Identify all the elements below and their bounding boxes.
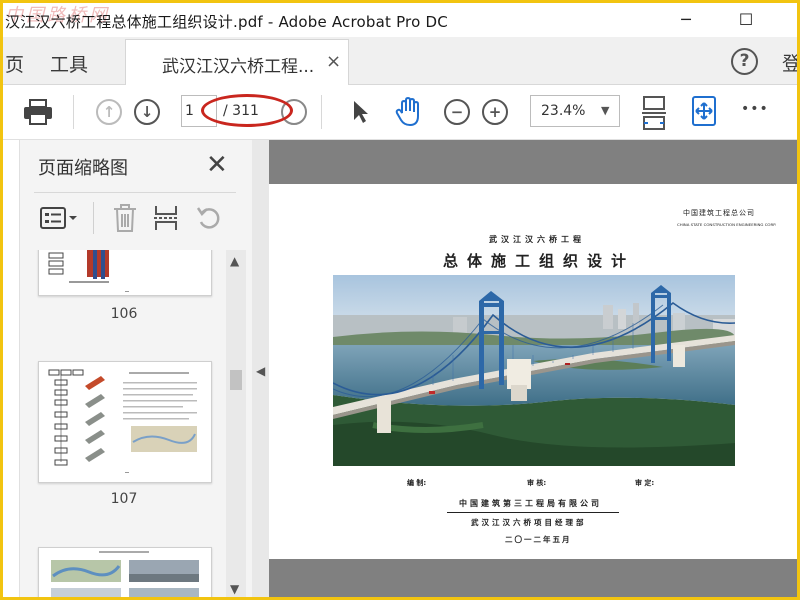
trash-icon[interactable] <box>112 203 138 237</box>
org-underline <box>447 512 619 513</box>
panel-divider <box>34 192 236 193</box>
panel-collapse-handle[interactable]: ◀ <box>252 140 269 597</box>
zoom-in-icon[interactable]: + <box>482 99 508 125</box>
panel-title: 页面缩略图 <box>38 158 128 179</box>
chevron-down-icon: ▼ <box>601 104 610 117</box>
more-icon[interactable]: ••• <box>741 101 769 117</box>
toolbar-divider <box>321 95 322 129</box>
login-button[interactable]: 登 <box>782 49 797 76</box>
window-title: 汉江汉六桥工程总体施工组织设计.pdf - Adobe Acrobat Pro … <box>5 13 448 31</box>
title-bar: 中国路桥网 汉江汉六桥工程总体施工组织设计.pdf - Adobe Acroba… <box>3 3 797 37</box>
document-title: 总体施工组织设计 <box>443 252 636 270</box>
thumbnail-scrollbar[interactable]: ▲ ▼ <box>226 250 246 597</box>
scrollbar-thumb[interactable] <box>230 370 242 390</box>
document-tab[interactable]: 武汉江汉六桥工程... × <box>125 39 349 85</box>
print-icon[interactable] <box>23 98 53 130</box>
thumbnail-list[interactable]: 106 107 <box>20 250 228 597</box>
zoom-select[interactable]: 23.4% ▼ <box>530 95 620 127</box>
home-menu[interactable]: 页 <box>5 50 24 77</box>
sign-approve: 审 定: <box>635 479 655 487</box>
zoom-out-icon[interactable]: − <box>444 99 470 125</box>
document-viewer[interactable]: 中国建筑工程总公司 CHINA STATE CONSTRUCTION ENGIN… <box>269 140 797 597</box>
page-options-icon[interactable] <box>40 206 78 234</box>
document-tab-label: 武汉江汉六桥工程... <box>162 57 315 77</box>
close-tab-icon[interactable]: × <box>326 51 341 72</box>
thumbnail-label: 106 <box>110 306 138 322</box>
thumbnail-page[interactable] <box>38 361 212 483</box>
menu-tab-bar: 页 工具 武汉江汉六桥工程... × ? 登 <box>3 37 797 85</box>
scroll-down-icon[interactable]: ▼ <box>230 582 239 596</box>
thumbnail-panel: 页面缩略图 ✕ 106 107 ▲ ▼ <box>20 140 252 597</box>
pdf-page: 中国建筑工程总公司 CHINA STATE CONSTRUCTION ENGIN… <box>269 184 797 559</box>
thumbnail-label: 107 <box>110 491 138 507</box>
annotation-ellipse <box>201 94 293 127</box>
thumbnail-page[interactable] <box>38 250 212 296</box>
rotate-icon[interactable] <box>195 204 223 236</box>
select-cursor-icon[interactable] <box>351 99 371 129</box>
company-name-en: CHINA STATE CONSTRUCTION ENGINEERING COR… <box>677 222 777 228</box>
minimize-button[interactable]: ─ <box>663 7 709 33</box>
main-toolbar: ↑ ↓ 1 / 311 − + 23.4% ▼ ••• <box>3 85 797 140</box>
insert-page-icon[interactable] <box>153 204 179 236</box>
collapse-arrow-icon[interactable]: ◀ <box>256 364 265 378</box>
page-down-icon[interactable]: ↓ <box>134 99 160 125</box>
acrobat-window: 中国路桥网 汉江汉六桥工程总体施工组织设计.pdf - Adobe Acroba… <box>0 0 800 600</box>
sign-compile: 编 制: <box>407 479 427 487</box>
project-department: 武汉江汉六桥项目经理部 <box>471 518 587 527</box>
fit-page-icon[interactable] <box>641 95 667 135</box>
document-date: 二〇一二年五月 <box>505 535 572 544</box>
full-screen-icon[interactable] <box>691 95 717 131</box>
thumbnail-page[interactable] <box>38 547 212 597</box>
toolbar-divider <box>73 95 74 129</box>
page-up-icon[interactable]: ↑ <box>96 99 122 125</box>
hand-tool-icon[interactable] <box>393 96 425 132</box>
zoom-value: 23.4% <box>541 103 586 119</box>
project-name: 武汉江汉六桥工程 <box>489 235 585 244</box>
panel-toolbar-divider <box>93 202 94 234</box>
organization-name: 中国建筑第三工程局有限公司 <box>459 499 602 508</box>
tools-menu[interactable]: 工具 <box>50 50 88 77</box>
scroll-up-icon[interactable]: ▲ <box>230 254 239 268</box>
maximize-button[interactable]: ☐ <box>723 7 769 33</box>
sign-review: 审 核: <box>527 479 547 487</box>
company-name-top: 中国建筑工程总公司 <box>683 209 755 217</box>
left-nav-strip <box>3 140 20 597</box>
cover-bridge-image <box>333 275 735 466</box>
close-icon[interactable]: ✕ <box>206 150 228 180</box>
help-icon[interactable]: ? <box>731 48 758 75</box>
